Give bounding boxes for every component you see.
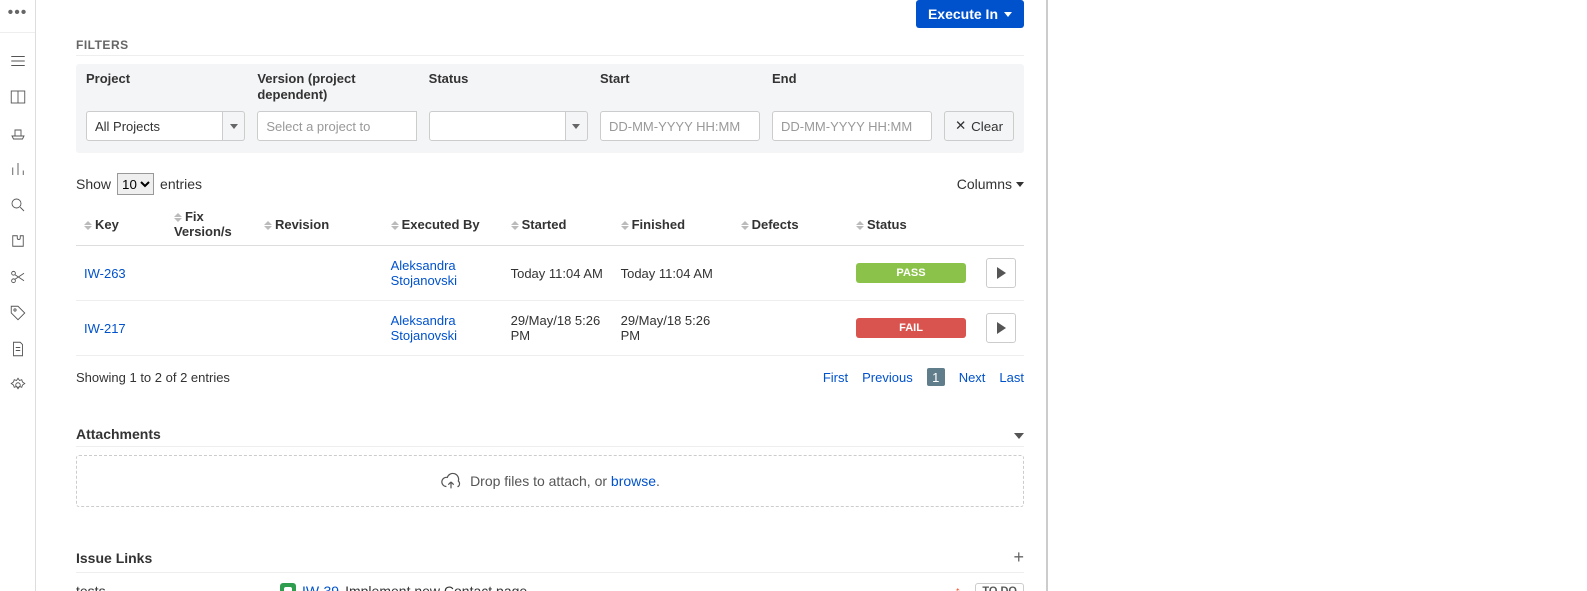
chevron-down-icon[interactable] <box>1014 426 1024 442</box>
attachments-header: Attachments <box>76 426 1024 447</box>
nav-boat-icon[interactable] <box>8 123 28 143</box>
topbar: Execute In <box>76 0 1024 28</box>
executed-by-link[interactable]: Aleksandra Stojanovski <box>391 258 457 288</box>
issue-links-title: Issue Links <box>76 550 152 566</box>
col-status[interactable]: Status <box>848 203 978 246</box>
dropzone-text: Drop files to attach, or browse. <box>470 473 660 489</box>
issue-link-key[interactable]: IW-39 <box>302 583 339 591</box>
table-footer: Showing 1 to 2 of 2 entries First Previo… <box>76 368 1024 386</box>
nav-gear-icon[interactable] <box>8 375 28 395</box>
row-started: Today 11:04 AM <box>503 246 613 301</box>
col-revision[interactable]: Revision <box>256 203 383 246</box>
col-fix-versions[interactable]: Fix Version/s <box>166 203 256 246</box>
col-started[interactable]: Started <box>503 203 613 246</box>
col-executed-by[interactable]: Executed By <box>383 203 503 246</box>
page-size-select[interactable]: 10 <box>117 173 154 195</box>
nav-columns-icon[interactable] <box>8 87 28 107</box>
nav-list-icon[interactable] <box>8 51 28 71</box>
filter-start-label: Start <box>600 71 760 103</box>
run-execution-button[interactable] <box>986 313 1016 343</box>
browse-link[interactable]: browse <box>611 473 656 489</box>
pager-current[interactable]: 1 <box>927 368 945 386</box>
filter-project-select[interactable]: All Projects <box>86 111 245 141</box>
col-finished[interactable]: Finished <box>613 203 733 246</box>
cloud-upload-icon <box>440 470 462 492</box>
filter-start-input[interactable] <box>600 111 760 141</box>
nav-more-icon[interactable]: ••• <box>8 4 28 22</box>
filter-status-label: Status <box>429 71 588 103</box>
add-link-button[interactable]: + <box>1013 547 1024 568</box>
table-info: Showing 1 to 2 of 2 entries <box>76 370 230 385</box>
row-started: 29/May/18 5:26 PM <box>503 301 613 356</box>
main-content: Execute In FILTERS Project All Projects … <box>36 0 1046 591</box>
attachments-title: Attachments <box>76 426 161 442</box>
filter-project-label: Project <box>86 71 245 103</box>
row-finished: Today 11:04 AM <box>613 246 733 301</box>
nav-search-icon[interactable] <box>8 195 28 215</box>
table-controls: Show 10 entries Columns <box>76 173 1024 195</box>
nav-scissors-icon[interactable] <box>8 267 28 287</box>
right-panel <box>1046 0 1576 591</box>
pager-first[interactable]: First <box>823 370 848 385</box>
pager: First Previous 1 Next Last <box>823 368 1024 386</box>
attachments-dropzone[interactable]: Drop files to attach, or browse. <box>76 455 1024 507</box>
nav-puzzle-icon[interactable] <box>8 231 28 251</box>
table-row: IW-263 Aleksandra Stojanovski Today 11:04 … <box>76 246 1024 301</box>
executions-table: Key Fix Version/s Revision Executed By S… <box>76 203 1024 356</box>
run-execution-button[interactable] <box>986 258 1016 288</box>
col-actions <box>978 203 1024 246</box>
filter-status-select[interactable] <box>429 111 588 141</box>
col-key[interactable]: Key <box>76 203 166 246</box>
filter-status-value <box>429 111 566 141</box>
filters-heading: FILTERS <box>76 38 1024 56</box>
issue-link-relation: tests <box>76 583 266 591</box>
table-row: IW-217 Aleksandra Stojanovski 29/May/18 5:… <box>76 301 1024 356</box>
pager-previous[interactable]: Previous <box>862 370 913 385</box>
side-nav: ••• <box>0 0 36 591</box>
execute-in-button[interactable]: Execute In <box>916 0 1024 28</box>
status-badge: FAIL <box>856 318 966 338</box>
nav-doc-icon[interactable] <box>8 339 28 359</box>
nav-chart-icon[interactable] <box>8 159 28 179</box>
filter-version-label: Version (project dependent) <box>257 71 416 103</box>
show-prefix: Show <box>76 176 111 192</box>
execute-in-label: Execute In <box>928 6 998 22</box>
nav-separator <box>0 32 35 33</box>
filter-end-label: End <box>772 71 932 103</box>
col-defects[interactable]: Defects <box>733 203 848 246</box>
clear-button-label: Clear <box>971 119 1003 134</box>
columns-label: Columns <box>957 176 1012 192</box>
filter-bar: Project All Projects Version (project de… <box>76 64 1024 153</box>
filter-version-select[interactable]: Select a project to <box>257 111 416 141</box>
issue-type-icon <box>280 583 296 591</box>
issue-link-row: tests IW-39 Implement new Contact page ↑… <box>76 583 1024 591</box>
filter-end-input[interactable] <box>772 111 932 141</box>
filter-version-placeholder: Select a project to <box>257 111 416 141</box>
chevron-down-icon <box>566 111 588 141</box>
executed-by-link[interactable]: Aleksandra Stojanovski <box>391 313 457 343</box>
pager-next[interactable]: Next <box>959 370 986 385</box>
pager-last[interactable]: Last <box>999 370 1024 385</box>
show-suffix: entries <box>160 176 202 192</box>
row-key-link[interactable]: IW-263 <box>84 266 126 281</box>
issue-link-status: TO DO <box>975 583 1024 591</box>
filter-project-value: All Projects <box>86 111 223 141</box>
issue-links-header: Issue Links + <box>76 547 1024 573</box>
issue-link-summary: Implement new Contact page <box>345 583 527 591</box>
columns-toggle[interactable]: Columns <box>957 176 1024 192</box>
row-finished: 29/May/18 5:26 PM <box>613 301 733 356</box>
status-badge: PASS <box>856 263 966 283</box>
clear-filters-button[interactable]: ✕ Clear <box>944 111 1014 141</box>
nav-tag-icon[interactable] <box>8 303 28 323</box>
priority-up-icon: ↑ <box>954 583 961 591</box>
close-icon: ✕ <box>955 118 966 134</box>
chevron-down-icon <box>223 111 245 141</box>
row-key-link[interactable]: IW-217 <box>84 321 126 336</box>
